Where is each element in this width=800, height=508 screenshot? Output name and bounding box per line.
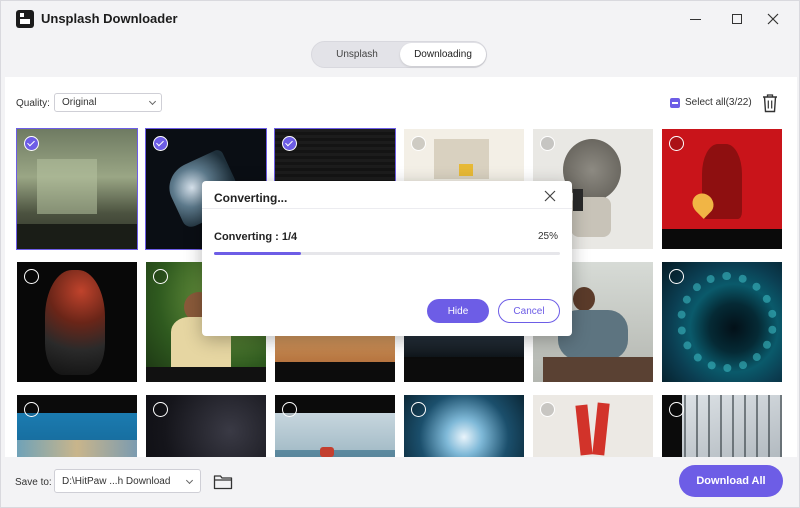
progress-percent: 25%: [538, 231, 559, 242]
dialog-divider: [202, 208, 572, 209]
cancel-button[interactable]: Cancel: [498, 299, 560, 323]
progress-label: Converting : 1/4: [214, 231, 298, 243]
modal-overlay: Converting... Converting : 1/4 25% Hide …: [0, 0, 800, 508]
hide-button[interactable]: Hide: [427, 299, 489, 323]
progress-bar: [214, 252, 560, 255]
close-icon[interactable]: [542, 188, 558, 204]
dialog-title: Converting...: [214, 191, 288, 205]
progress-bar-fill: [214, 252, 301, 255]
converting-dialog: Converting... Converting : 1/4 25% Hide …: [202, 181, 572, 336]
